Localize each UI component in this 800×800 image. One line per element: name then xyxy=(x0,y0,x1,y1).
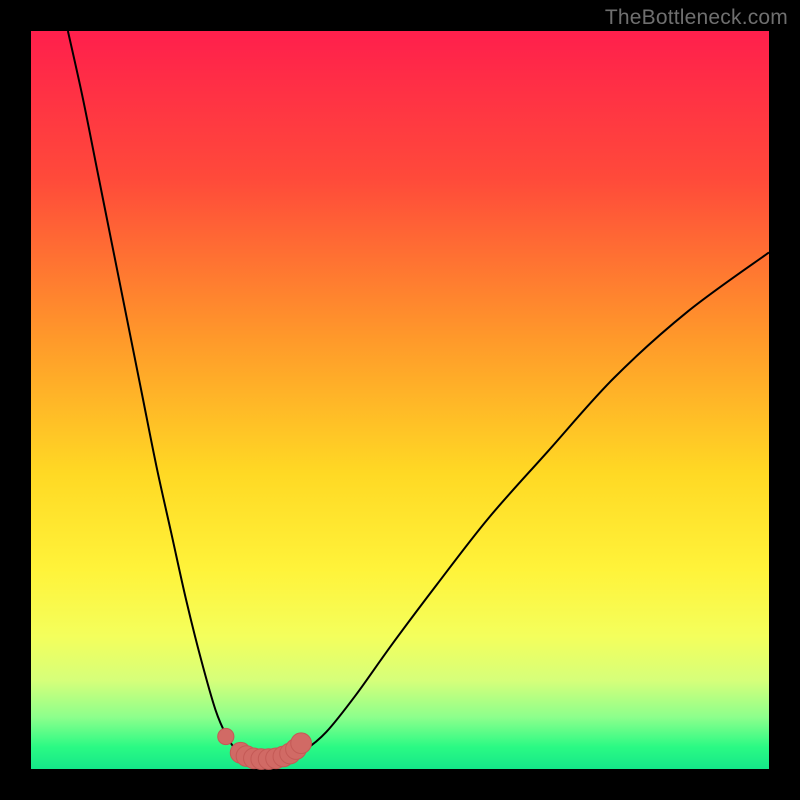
right-curve xyxy=(289,252,769,756)
watermark-label: TheBottleneck.com xyxy=(605,6,788,30)
chart-frame: TheBottleneck.com xyxy=(0,0,800,800)
left-curve xyxy=(68,31,245,756)
marker-group xyxy=(218,728,312,769)
curves-svg xyxy=(31,31,769,769)
marker-dot xyxy=(218,728,234,744)
plot-area xyxy=(31,31,769,769)
marker-dot xyxy=(291,733,312,754)
